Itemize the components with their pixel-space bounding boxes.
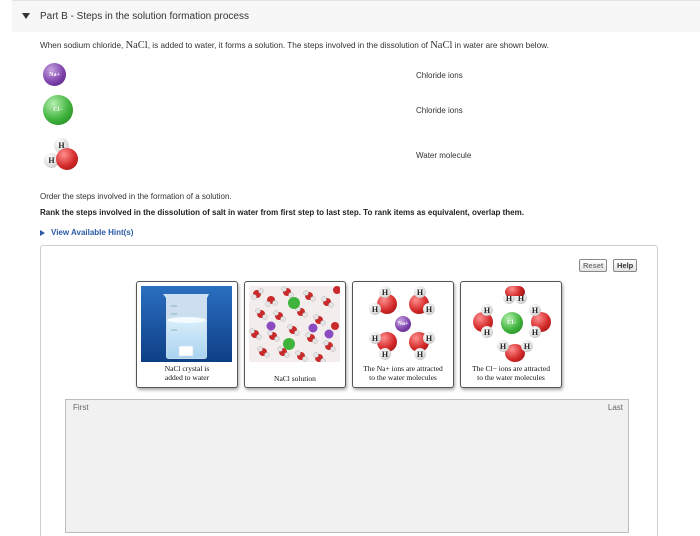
solution-particles-icon xyxy=(249,286,340,362)
caption-line2: to the water molecules xyxy=(477,373,545,382)
card-caption: The Cl− ions are attracted to the water … xyxy=(461,364,561,382)
caption-line1: The Cl− ions are attracted xyxy=(472,364,550,373)
legend-label-sodium: Chloride ions xyxy=(416,71,463,80)
card-caption: NaCl crystal is added to water xyxy=(137,364,237,382)
hydrogen-atom: H xyxy=(379,348,391,360)
caption-line1: NaCl solution xyxy=(274,374,316,383)
intro-part1: When sodium chloride, xyxy=(40,41,126,50)
hint-link-label: View Available Hint(s) xyxy=(51,228,134,237)
caption-line2: added to water xyxy=(164,373,210,382)
beaker-with-crystal-image xyxy=(141,286,232,362)
chloride-ion-icon: Cl− xyxy=(43,95,73,125)
chloride-hydration-image: H H H H Cl− H H H H xyxy=(465,286,556,362)
expand-triangle-icon xyxy=(40,230,45,236)
rank-instruction: Rank the steps involved in the dissoluti… xyxy=(40,208,524,217)
hydrogen-atom: H xyxy=(423,303,435,315)
sodium-ion: Na+ xyxy=(395,316,411,332)
ranking-card-nacl-solution[interactable]: NaCl solution xyxy=(244,281,346,388)
ranking-drop-zone[interactable]: First Last xyxy=(65,399,629,533)
caption-line2: to the water molecules xyxy=(369,373,437,382)
hydrogen-atom: H xyxy=(379,286,391,298)
caption-line1: The Na+ ions are attracted xyxy=(363,364,443,373)
ranking-panel: Reset Help NaCl crystal is added to wate… xyxy=(40,245,658,536)
hydrogen-atom: H xyxy=(529,326,541,338)
sodium-ion-icon: Na+ xyxy=(43,63,66,86)
formula-nacl: NaCl xyxy=(125,40,148,51)
hydrogen-atom: H xyxy=(414,286,426,298)
intro-part2: , is added to water, it forms a solution… xyxy=(147,41,431,50)
hydrogen-atom: H xyxy=(481,326,493,338)
oxygen-atom xyxy=(56,148,78,170)
formula-nacl: NaCl xyxy=(430,40,453,51)
hydrogen-atom: H xyxy=(529,304,541,316)
intro-text: When sodium chloride, NaCl, is added to … xyxy=(40,40,680,51)
hydrogen-atom: H xyxy=(369,332,381,344)
card-caption: The Na+ ions are attracted to the water … xyxy=(353,364,453,382)
hydrogen-atom: H xyxy=(521,340,533,352)
card-caption: NaCl solution xyxy=(245,374,345,383)
legend-label-water: Water molecule xyxy=(416,151,472,160)
help-button[interactable]: Help xyxy=(613,259,638,272)
intro-part3: in water are shown below. xyxy=(452,41,549,50)
beaker-icon xyxy=(141,286,232,362)
nacl-solution-image xyxy=(249,286,340,362)
first-label: First xyxy=(73,403,89,412)
water-molecule-icon: H H xyxy=(44,138,84,172)
hydrogen-atom: H xyxy=(414,348,426,360)
oxygen-atom xyxy=(505,286,525,296)
ranking-card-chloride-attracted[interactable]: H H H H Cl− H H H H The Cl− ions are att… xyxy=(460,281,562,388)
hydrogen-atom: H xyxy=(369,303,381,315)
hydrogen-atom: H xyxy=(423,332,435,344)
ranking-card-crystal-added[interactable]: NaCl crystal is added to water xyxy=(136,281,238,388)
part-header[interactable]: Part B - Steps in the solution formation… xyxy=(12,0,700,32)
ranking-card-sodium-attracted[interactable]: H H H H Na+ H H H H The Na+ ions are att… xyxy=(352,281,454,388)
reset-button[interactable]: Reset xyxy=(579,259,608,272)
hydrogen-atom: H xyxy=(481,304,493,316)
caption-line1: NaCl crystal is xyxy=(164,364,210,373)
collapse-toggle-icon[interactable] xyxy=(22,13,30,19)
legend-label-chloride: Chloride ions xyxy=(416,106,463,115)
sodium-hydration-image: H H H H Na+ H H H H xyxy=(357,286,448,362)
order-instruction: Order the steps involved in the formatio… xyxy=(40,192,232,201)
chloride-ion: Cl− xyxy=(501,312,523,334)
hydrogen-atom: H xyxy=(497,340,509,352)
last-label: Last xyxy=(607,403,623,412)
view-hints-link[interactable]: View Available Hint(s) xyxy=(40,228,133,237)
part-title: Part B - Steps in the solution formation… xyxy=(40,11,249,22)
